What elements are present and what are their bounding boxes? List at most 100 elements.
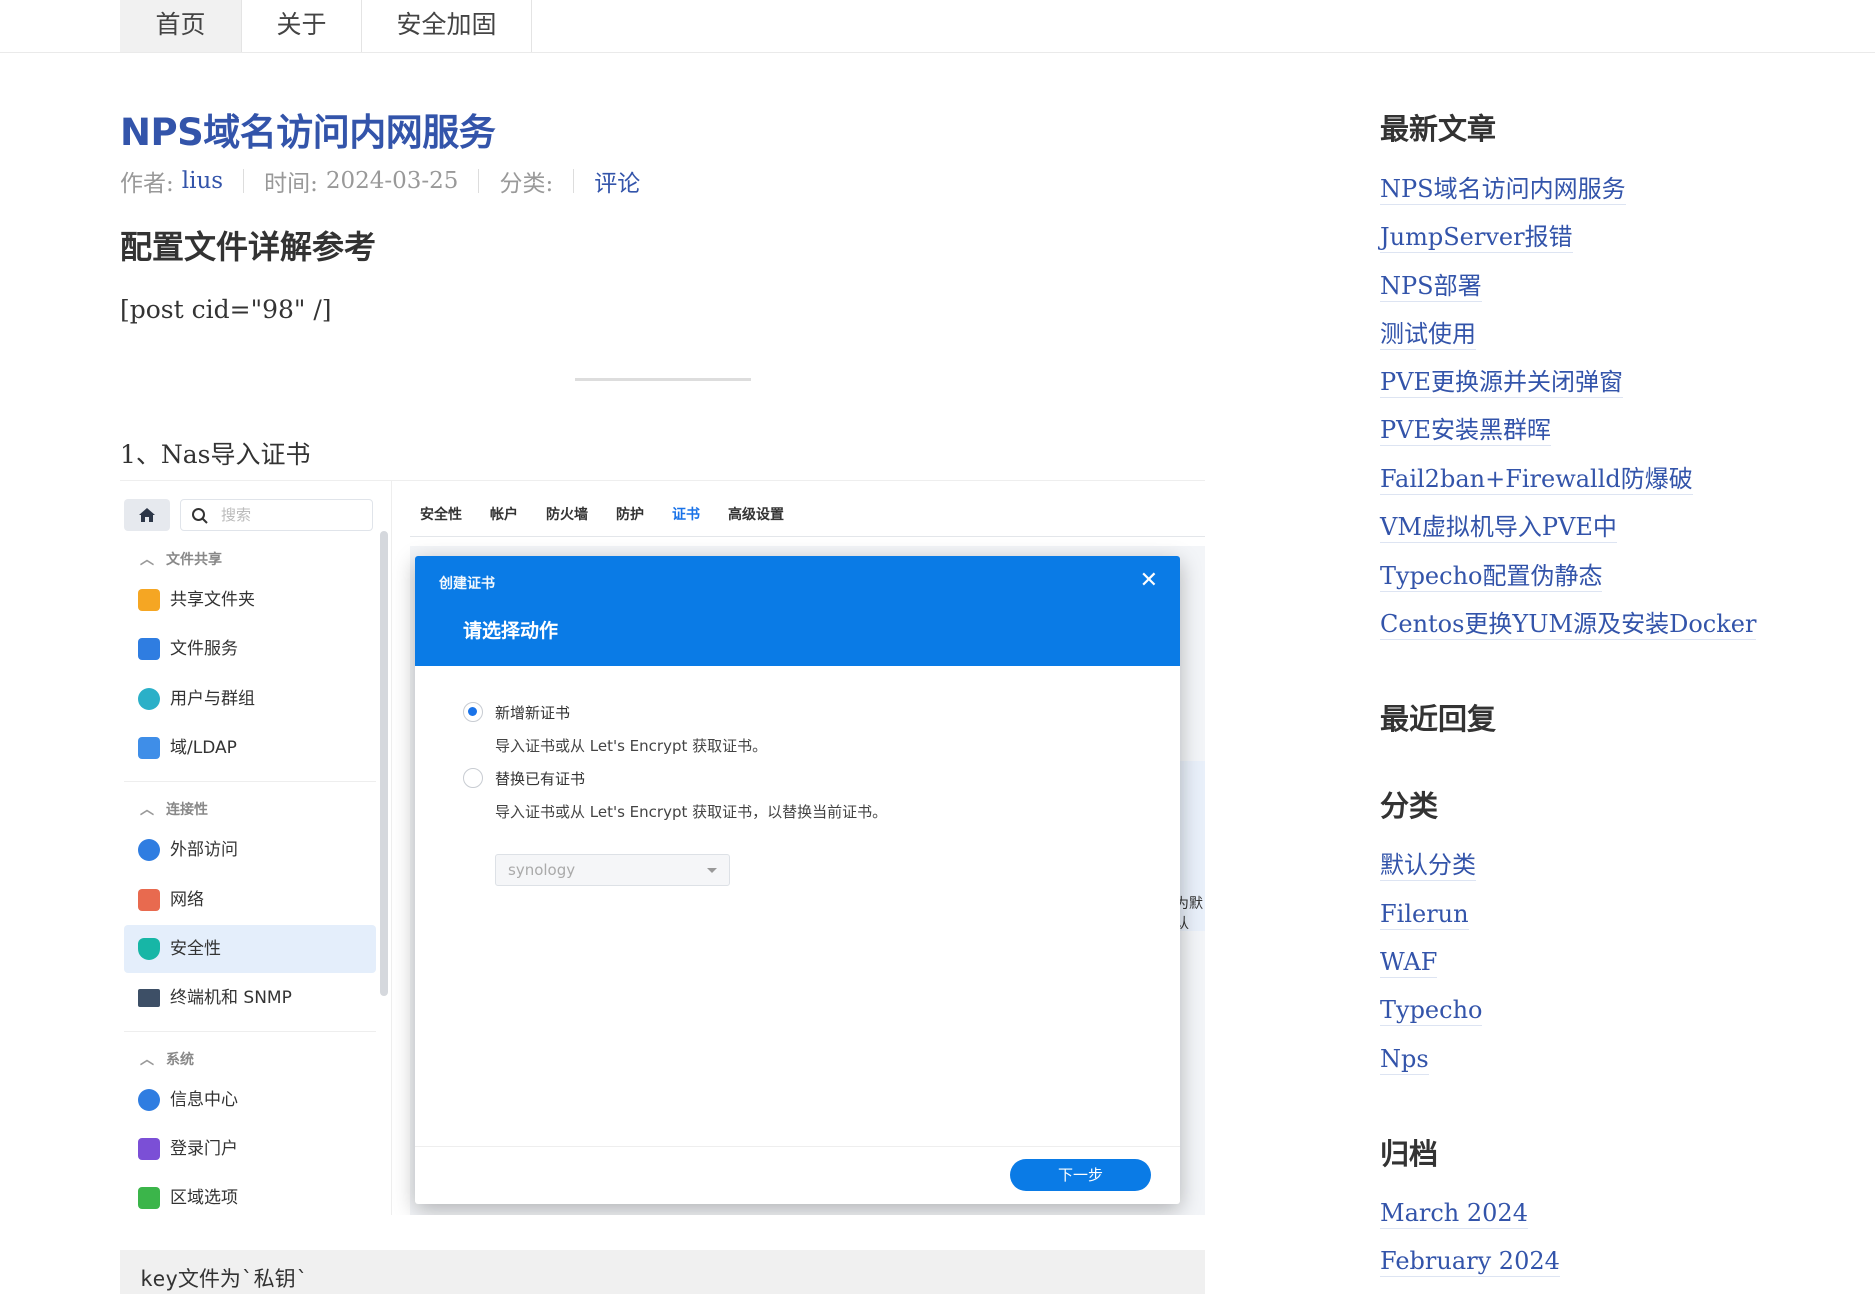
section-label: 系统 <box>166 1052 194 1068</box>
sidebar-item-label: 安全性 <box>170 939 221 959</box>
option-replace-desc: 导入证书或从 Let's Encrypt 获取证书，以替换当前证书。 <box>495 803 888 821</box>
shortcode-text: [post cid="98" /] <box>120 295 332 324</box>
recent-post-link[interactable]: Centos更换YUM源及安装Docker <box>1380 609 1757 640</box>
chevron-up-icon: ︿ <box>140 802 154 818</box>
sidebar-item-users-groups[interactable]: 用户与群组 <box>124 675 376 723</box>
sidebar-item-label: 网络 <box>170 890 204 910</box>
meta-divider <box>478 169 480 193</box>
dialog-subtitle: 创建证书 <box>439 576 495 592</box>
category-link[interactable]: Typecho <box>1380 995 1483 1026</box>
recent-post-link[interactable]: Typecho配置伪静态 <box>1380 561 1603 592</box>
archive-link[interactable]: March 2024 <box>1380 1198 1528 1229</box>
category-link[interactable]: Filerun <box>1380 899 1469 930</box>
sidebar-item-external-access[interactable]: 外部访问 <box>124 826 376 874</box>
option-add-new-label[interactable]: 新增新证书 <box>495 702 570 723</box>
recent-post-link[interactable]: JumpServer报错 <box>1380 222 1573 253</box>
folder-icon <box>138 589 160 611</box>
author-link[interactable]: lius <box>182 168 223 194</box>
tab-security[interactable]: 安全性 <box>420 504 462 524</box>
section-label: 连接性 <box>166 802 208 818</box>
external-access-icon <box>138 839 160 861</box>
login-portal-icon <box>138 1138 160 1160</box>
category-link[interactable]: WAF <box>1380 947 1438 978</box>
option-replace-radio[interactable] <box>463 768 483 788</box>
dialog-footer-divider <box>415 1146 1180 1147</box>
domain-icon <box>138 737 160 759</box>
section-heading: 配置文件详解参考 <box>120 228 377 266</box>
option-replace-label[interactable]: 替换已有证书 <box>495 768 585 789</box>
certificate-select[interactable]: synology <box>495 854 730 886</box>
sidebar-item-terminal-snmp[interactable]: 终端机和 SNMP <box>124 974 376 1022</box>
step-heading: 1、Nas导入证书 <box>120 440 311 469</box>
nav-about[interactable]: 关于 <box>242 0 362 52</box>
author-label: 作者: <box>120 171 174 197</box>
tab-divider <box>410 536 1205 537</box>
info-icon <box>138 1089 160 1111</box>
regional-options-icon <box>138 1187 160 1209</box>
post-title[interactable]: NPS域名访问内网服务 <box>120 102 496 156</box>
tab-advanced[interactable]: 高级设置 <box>728 504 784 524</box>
close-icon[interactable]: ✕ <box>1140 568 1158 593</box>
option-add-new-radio[interactable] <box>463 702 483 722</box>
users-icon <box>138 688 160 710</box>
nav-security-hardening[interactable]: 安全加固 <box>362 0 532 52</box>
meta-divider <box>573 169 575 193</box>
terminal-icon <box>138 989 160 1007</box>
recent-post-link[interactable]: NPS部署 <box>1380 271 1482 302</box>
recent-replies-title: 最近回复 <box>1380 702 1497 736</box>
recent-post-link[interactable]: PVE更换源并关闭弹窗 <box>1380 367 1623 398</box>
tab-certificate[interactable]: 证书 <box>672 504 700 524</box>
sidebar-item-security[interactable]: 安全性 <box>124 925 376 973</box>
recent-post-link[interactable]: VM虚拟机导入PVE中 <box>1380 512 1617 543</box>
create-certificate-dialog: 创建证书 请选择动作 ✕ 新增新证书 导入证书或从 Let's Encrypt … <box>415 556 1180 1204</box>
section-system[interactable]: ︿ 系统 <box>140 1049 194 1069</box>
archive-link[interactable]: February 2024 <box>1380 1246 1560 1277</box>
sidebar-item-label: 区域选项 <box>170 1188 238 1208</box>
sidebar-item-network[interactable]: 网络 <box>124 876 376 924</box>
recent-post-link[interactable]: NPS域名访问内网服务 <box>1380 174 1626 205</box>
recent-post-link[interactable]: Fail2ban+Firewalld防爆破 <box>1380 464 1693 495</box>
sidebar-item-label: 登录门户 <box>170 1139 238 1159</box>
dialog-header: 创建证书 请选择动作 ✕ <box>415 556 1180 666</box>
search-input[interactable]: 搜索 <box>180 499 373 531</box>
sidebar-item-label: 终端机和 SNMP <box>170 988 292 1008</box>
category-link[interactable]: Nps <box>1380 1044 1429 1075</box>
recent-posts-title: 最新文章 <box>1380 112 1497 146</box>
dsm-sidebar: 搜索 ︿ 文件共享 共享文件夹 文件服务 用户与群组 域/LDAP ︿ 连接性 外部… <box>120 481 392 1215</box>
category-link[interactable]: 默认分类 <box>1380 850 1476 881</box>
tab-account[interactable]: 帐户 <box>490 504 518 524</box>
sidebar-item-shared-folder[interactable]: 共享文件夹 <box>124 576 376 624</box>
sidebar-item-login-portal[interactable]: 登录门户 <box>124 1125 376 1173</box>
sidebar-item-label: 共享文件夹 <box>170 590 255 610</box>
next-button[interactable]: 下一步 <box>1010 1159 1151 1191</box>
file-services-icon <box>138 638 160 660</box>
home-button[interactable] <box>124 499 170 531</box>
section-file-sharing[interactable]: ︿ 文件共享 <box>140 549 222 569</box>
search-placeholder: 搜索 <box>221 506 252 524</box>
search-icon <box>192 508 208 524</box>
recent-post-link[interactable]: 测试使用 <box>1380 319 1476 350</box>
sidebar-divider <box>124 1031 376 1032</box>
sidebar-item-info-center[interactable]: 信息中心 <box>124 1076 376 1124</box>
time-label: 时间: <box>264 171 318 197</box>
chevron-up-icon: ︿ <box>140 1052 154 1068</box>
home-icon <box>139 508 155 522</box>
sidebar-item-domain-ldap[interactable]: 域/LDAP <box>124 724 376 772</box>
chevron-up-icon: ︿ <box>140 552 154 568</box>
archive-title: 归档 <box>1380 1137 1439 1171</box>
code-block: key文件为`私钥` <box>120 1250 1205 1294</box>
post-date: 2024-03-25 <box>325 168 459 194</box>
sidebar-item-label: 文件服务 <box>170 639 238 659</box>
tab-protection[interactable]: 防护 <box>616 504 644 524</box>
dsm-screenshot: 搜索 ︿ 文件共享 共享文件夹 文件服务 用户与群组 域/LDAP ︿ 连接性 外部… <box>120 480 1205 1215</box>
sidebar-item-label: 信息中心 <box>170 1090 238 1110</box>
category-label: 分类: <box>499 171 554 197</box>
recent-post-link[interactable]: PVE安装黑群晖 <box>1380 415 1551 446</box>
section-connectivity[interactable]: ︿ 连接性 <box>140 799 208 819</box>
sidebar-item-file-services[interactable]: 文件服务 <box>124 625 376 673</box>
nav-home[interactable]: 首页 <box>120 0 242 52</box>
category-link[interactable]: 评论 <box>594 164 640 198</box>
sidebar-item-regional-options[interactable]: 区域选项 <box>124 1174 376 1215</box>
tab-firewall[interactable]: 防火墙 <box>546 504 588 524</box>
sidebar-scrollbar[interactable] <box>380 531 388 996</box>
